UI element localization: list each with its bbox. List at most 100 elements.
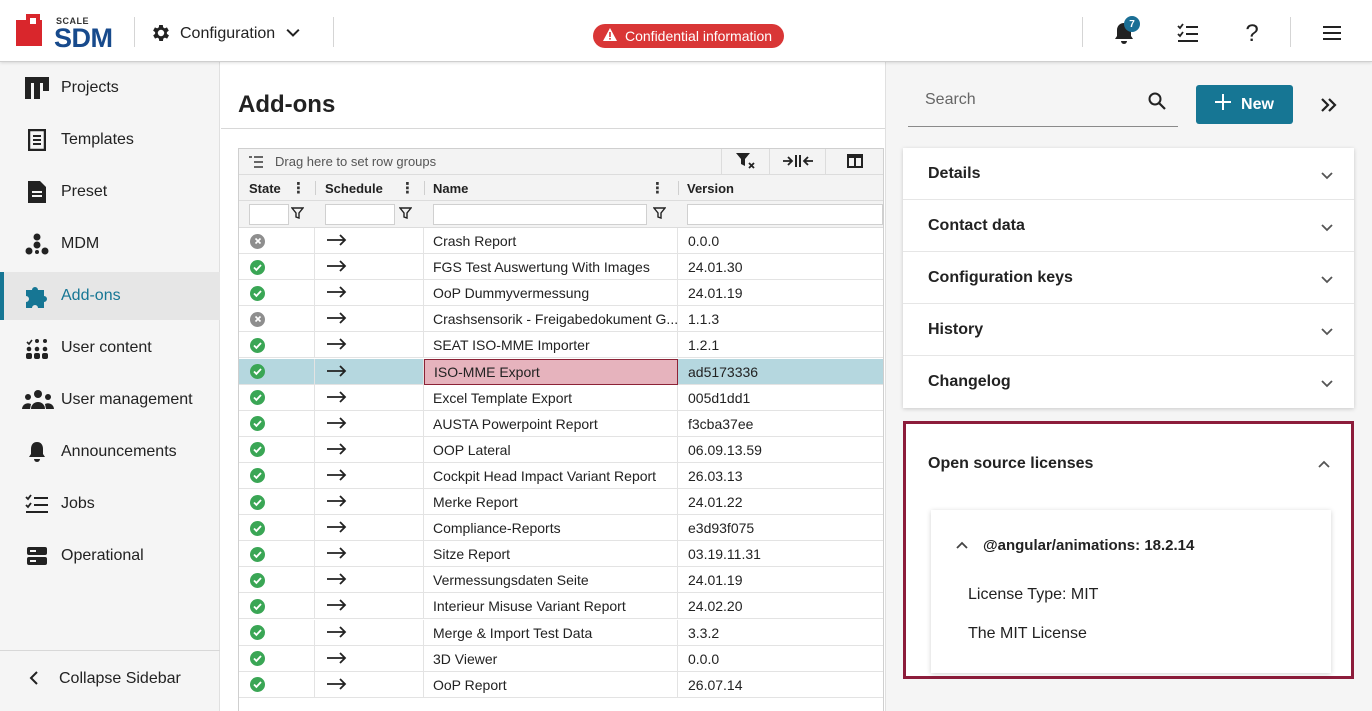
table-row[interactable]: OoP Report 26.07.14 (239, 671, 883, 698)
section-changelog[interactable]: Changelog (903, 356, 1354, 408)
table-row[interactable]: Crash Report 0.0.0 (239, 228, 883, 254)
notifications-button[interactable]: 7 (1110, 16, 1140, 48)
chevron-up-icon[interactable] (955, 537, 969, 553)
main-menu-button[interactable] (1318, 20, 1346, 48)
schedule-cell[interactable] (315, 384, 424, 411)
table-row[interactable]: Vermessungsdaten Seite 24.01.19 (239, 567, 883, 594)
sidebar-item-jobs[interactable]: Jobs (0, 480, 220, 528)
table-row[interactable]: Interieur Misuse Variant Report 24.02.20 (239, 593, 883, 620)
table-row[interactable]: 3D Viewer 0.0.0 (239, 645, 883, 672)
name-cell[interactable]: Cockpit Head Impact Variant Report (424, 462, 678, 489)
name-cell[interactable]: OoP Dummyvermessung (424, 280, 678, 307)
table-row[interactable]: Compliance-Reports e3d93f075 (239, 515, 883, 542)
table-row[interactable]: ISO-MME Export ad5173336 (239, 358, 883, 385)
row-group-panel[interactable]: Drag here to set row groups (239, 149, 883, 175)
state-filter-input[interactable] (249, 204, 289, 225)
name-cell[interactable]: Merge & Import Test Data (424, 619, 678, 646)
section-contact-data[interactable]: Contact data (903, 200, 1354, 252)
name-cell[interactable]: Compliance-Reports (424, 515, 678, 542)
table-row[interactable]: Crashsensorik - Freigabedokument G... 1.1… (239, 306, 883, 333)
sidebar-item-templates[interactable]: Templates (0, 116, 220, 164)
configuration-menu[interactable]: Configuration (150, 22, 303, 46)
schedule-cell[interactable] (315, 645, 424, 672)
tasks-button[interactable] (1174, 20, 1202, 48)
column-header-version[interactable]: Version (687, 175, 877, 201)
clear-filters-button[interactable] (721, 149, 769, 175)
name-cell[interactable]: FGS Test Auswertung With Images (424, 254, 678, 281)
name-cell[interactable]: OOP Lateral (424, 436, 678, 463)
app-logo[interactable]: SCALE SDM (16, 14, 116, 53)
name-cell[interactable]: SEAT ISO-MME Importer (424, 332, 678, 359)
name-cell[interactable]: Merke Report (424, 489, 678, 515)
filter-icon[interactable] (290, 207, 305, 221)
section-configuration-keys[interactable]: Configuration keys (903, 252, 1354, 304)
new-button[interactable]: New (1196, 85, 1293, 124)
schedule-cell[interactable] (315, 515, 424, 542)
schedule-cell[interactable] (315, 619, 424, 646)
table-row[interactable]: OOP Lateral 06.09.13.59 (239, 436, 883, 463)
table-row[interactable]: SEAT ISO-MME Importer 1.2.1 (239, 332, 883, 359)
name-filter-input[interactable] (433, 204, 647, 225)
schedule-cell[interactable] (315, 593, 424, 620)
schedule-cell[interactable] (315, 332, 424, 359)
column-menu-icon[interactable]: ⋮ (650, 179, 665, 197)
section-history[interactable]: History (903, 304, 1354, 356)
sidebar-item-add-ons[interactable]: Add-ons (0, 272, 220, 320)
table-row[interactable]: OoP Dummyvermessung 24.01.19 (239, 280, 883, 307)
schedule-cell[interactable] (315, 358, 424, 385)
filter-icon[interactable] (398, 207, 413, 221)
schedule-cell[interactable] (315, 410, 424, 437)
sidebar-item-announcements[interactable]: Announcements (0, 428, 220, 476)
table-row[interactable]: Cockpit Head Impact Variant Report 26.03.… (239, 462, 883, 489)
schedule-cell[interactable] (315, 567, 424, 594)
sidebar-item-operational[interactable]: Operational (0, 532, 220, 580)
schedule-cell[interactable] (315, 254, 424, 281)
column-header-name[interactable]: Name ⋮ (433, 175, 673, 201)
name-cell[interactable]: Interieur Misuse Variant Report (424, 593, 678, 620)
version-filter-input[interactable] (687, 204, 883, 225)
open-source-licenses-header[interactable]: Open source licenses (906, 424, 1351, 498)
sidebar-item-mdm[interactable]: MDM (0, 220, 220, 268)
search-icon[interactable] (1148, 92, 1166, 113)
table-row[interactable]: Merge & Import Test Data 3.3.2 (239, 619, 883, 646)
name-cell[interactable]: 3D Viewer (424, 645, 678, 672)
table-row[interactable]: Excel Template Export 005d1dd1 (239, 384, 883, 411)
name-cell[interactable]: Sitze Report (424, 541, 678, 568)
name-cell[interactable]: Crash Report (424, 228, 678, 254)
schedule-cell[interactable] (315, 228, 424, 254)
expand-panel-button[interactable] (1315, 92, 1343, 120)
filter-icon[interactable] (652, 207, 667, 221)
collapse-sidebar-button[interactable]: Collapse Sidebar (0, 659, 220, 699)
column-header-schedule[interactable]: Schedule ⋮ (325, 175, 423, 201)
sidebar-item-user-management[interactable]: User management (0, 376, 220, 424)
schedule-cell[interactable] (315, 541, 424, 568)
schedule-cell[interactable] (315, 671, 424, 698)
schedule-cell[interactable] (315, 489, 424, 515)
schedule-filter-input[interactable] (325, 204, 395, 225)
schedule-cell[interactable] (315, 306, 424, 333)
column-chooser-button[interactable] (825, 149, 883, 175)
sidebar-item-projects[interactable]: Projects (0, 64, 220, 112)
help-button[interactable]: ? (1238, 20, 1266, 48)
section-details[interactable]: Details (903, 148, 1354, 200)
name-cell[interactable]: OoP Report (424, 671, 678, 698)
column-menu-icon[interactable]: ⋮ (291, 179, 306, 197)
table-row[interactable]: FGS Test Auswertung With Images 24.01.30 (239, 254, 883, 281)
table-row[interactable]: AUSTA Powerpoint Report f3cba37ee (239, 410, 883, 437)
table-row[interactable]: Sitze Report 03.19.11.31 (239, 541, 883, 568)
schedule-cell[interactable] (315, 280, 424, 307)
autosize-columns-button[interactable] (769, 149, 825, 175)
name-cell[interactable]: Crashsensorik - Freigabedokument G... (424, 306, 678, 333)
sidebar-item-preset[interactable]: Preset (0, 168, 220, 216)
schedule-cell[interactable] (315, 436, 424, 463)
name-cell[interactable]: AUSTA Powerpoint Report (424, 410, 678, 437)
sidebar-item-user-content[interactable]: User content (0, 324, 220, 372)
column-menu-icon[interactable]: ⋮ (400, 179, 415, 197)
search-field[interactable]: Search (908, 78, 1178, 127)
name-cell[interactable]: Excel Template Export (424, 384, 678, 411)
name-cell[interactable]: Vermessungsdaten Seite (424, 567, 678, 594)
table-row[interactable]: Merke Report 24.01.22 (239, 489, 883, 515)
schedule-cell[interactable] (315, 462, 424, 489)
name-cell[interactable]: ISO-MME Export (424, 358, 678, 385)
column-header-state[interactable]: State ⋮ (249, 175, 314, 201)
